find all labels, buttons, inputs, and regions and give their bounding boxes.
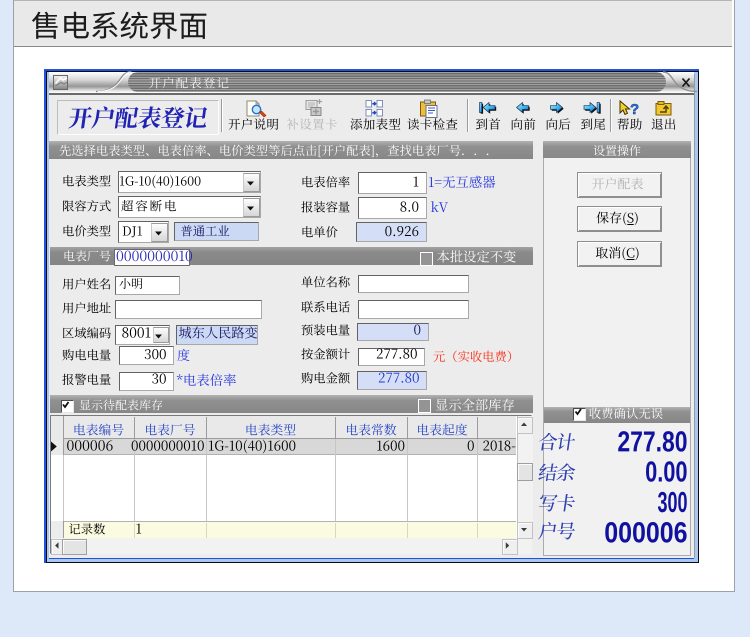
svg-text:?: ?	[630, 101, 639, 118]
